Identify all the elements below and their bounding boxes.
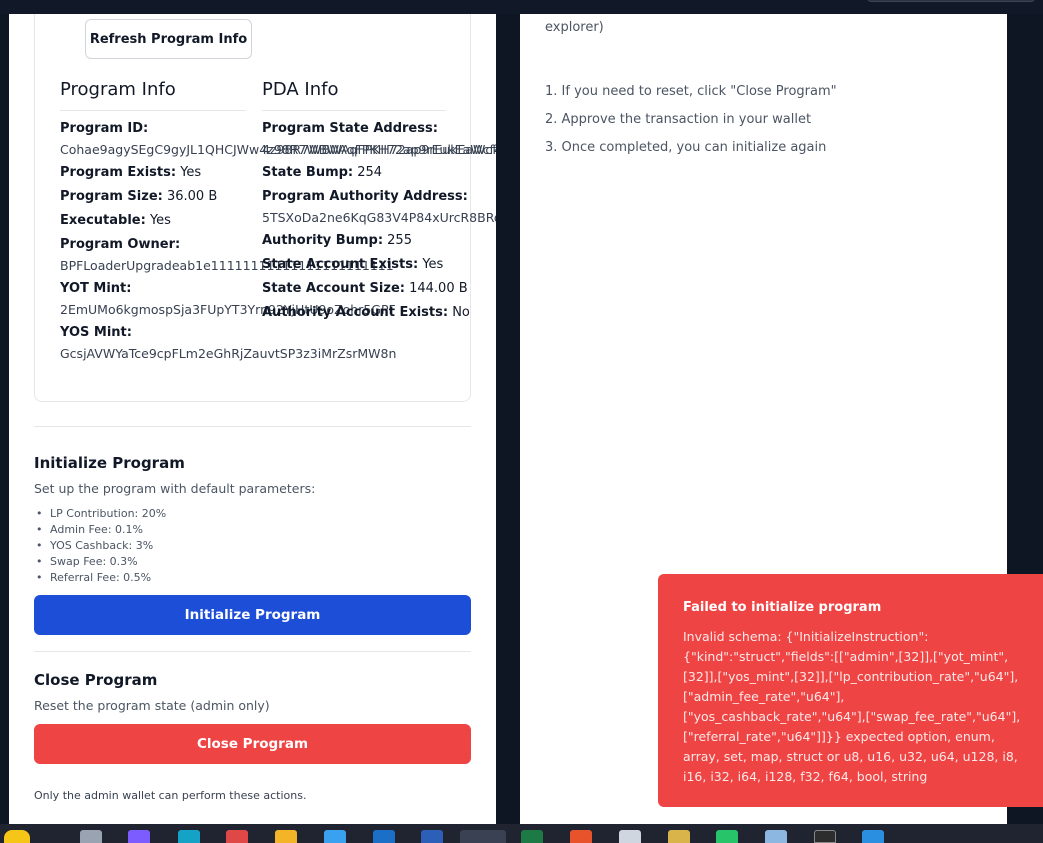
error-toast[interactable]: Failed to initialize program Invalid sch… [658, 574, 1043, 807]
list-item: LP Contribution: 20% [34, 507, 166, 523]
pda-info-heading: PDA Info [262, 79, 446, 111]
authority-bump-row: Authority Bump: 255 [262, 233, 412, 248]
program-info-card: Refresh Program Info Program Info PDA In… [34, 14, 496, 402]
close-subtitle: Reset the program state (admin only) [34, 698, 270, 713]
toast-title: Failed to initialize program [683, 600, 882, 615]
list-item: YOS Cashback: 3% [34, 539, 166, 555]
step-2: 2. Approve the transaction in your walle… [545, 112, 812, 127]
program-id-label: Program ID: [60, 121, 149, 136]
top-strip [0, 0, 1043, 14]
start-icon[interactable] [4, 830, 30, 843]
initialize-subtitle: Set up the program with default paramete… [34, 481, 316, 496]
list-item: Referral Fee: 0.5% [34, 571, 166, 587]
admin-footnote: Only the admin wallet can perform these … [34, 789, 307, 802]
list-item: Admin Fee: 0.1% [34, 523, 166, 539]
admin-panel-left: Refresh Program Info Program Info PDA In… [9, 14, 496, 824]
yot-mint-label: YOT Mint: [60, 281, 132, 296]
authority-exists-row: Authority Account Exists: No [262, 305, 470, 320]
state-address-value: 4z98R7WBWAqFPKH72ap9rEukEaWcf4Z5v [262, 142, 496, 157]
state-bump-row: State Bump: 254 [262, 165, 383, 180]
close-program-button[interactable]: Close Program [34, 724, 471, 764]
word-icon[interactable] [421, 830, 443, 843]
divider [34, 651, 471, 652]
step-3: 3. Once completed, you can initialize ag… [545, 140, 827, 155]
store-icon[interactable] [324, 830, 346, 843]
program-exists-row: Program Exists: Yes [60, 165, 202, 180]
step-1: 1. If you need to reset, click "Close Pr… [545, 84, 837, 99]
default-params-list: LP Contribution: 20% Admin Fee: 0.1% YOS… [34, 507, 166, 587]
chrome-icon[interactable] [460, 830, 506, 843]
program-info-heading: Program Info [60, 79, 246, 111]
outlook-icon[interactable] [373, 830, 395, 843]
taskview-icon[interactable] [80, 830, 102, 843]
taskbar [0, 824, 1043, 843]
state-address-label: Program State Address: [262, 121, 438, 136]
state-exists-row: State Account Exists: Yes [262, 257, 444, 272]
yos-mint-label: YOS Mint: [60, 325, 132, 340]
close-title: Close Program [34, 671, 158, 689]
copilot-icon[interactable] [128, 830, 150, 843]
search-pill[interactable] [867, 0, 1035, 2]
edge-icon[interactable] [178, 830, 200, 843]
explorer-text: explorer) [545, 20, 604, 35]
folder-icon[interactable] [275, 830, 297, 843]
app-icon[interactable] [226, 830, 248, 843]
divider [34, 426, 471, 427]
program-owner-label: Program Owner: [60, 237, 181, 252]
toast-message: Invalid schema: {"InitializeInstruction"… [683, 629, 1021, 784]
yos-mint-value: GcsjAVWYaTce9cpFLm2eGhRjZauvtSP3z3iMrZsr… [60, 346, 397, 361]
terminal-icon[interactable] [814, 830, 836, 843]
authority-address-value: 5TSXoDa2ne6KqG83V4P84xUrcR8BRo4K [262, 210, 496, 225]
initialize-title: Initialize Program [34, 454, 185, 472]
authority-address-label: Program Authority Address: [262, 189, 468, 204]
state-size-row: State Account Size: 144.00 B [262, 281, 468, 296]
notepad-icon[interactable] [619, 830, 641, 843]
excel-icon[interactable] [521, 830, 543, 843]
program-size-row: Program Size: 36.00 B [60, 189, 218, 204]
executable-row: Executable: Yes [60, 213, 171, 228]
paint-icon[interactable] [668, 830, 690, 843]
initialize-program-button[interactable]: Initialize Program [34, 595, 471, 635]
brave-icon[interactable] [570, 830, 592, 843]
refresh-program-info-button[interactable]: Refresh Program Info [85, 19, 252, 59]
list-item: Swap Fee: 0.3% [34, 555, 166, 571]
pycharm-icon[interactable] [716, 830, 738, 843]
vscode-icon[interactable] [862, 830, 884, 843]
app2-icon[interactable] [765, 830, 787, 843]
